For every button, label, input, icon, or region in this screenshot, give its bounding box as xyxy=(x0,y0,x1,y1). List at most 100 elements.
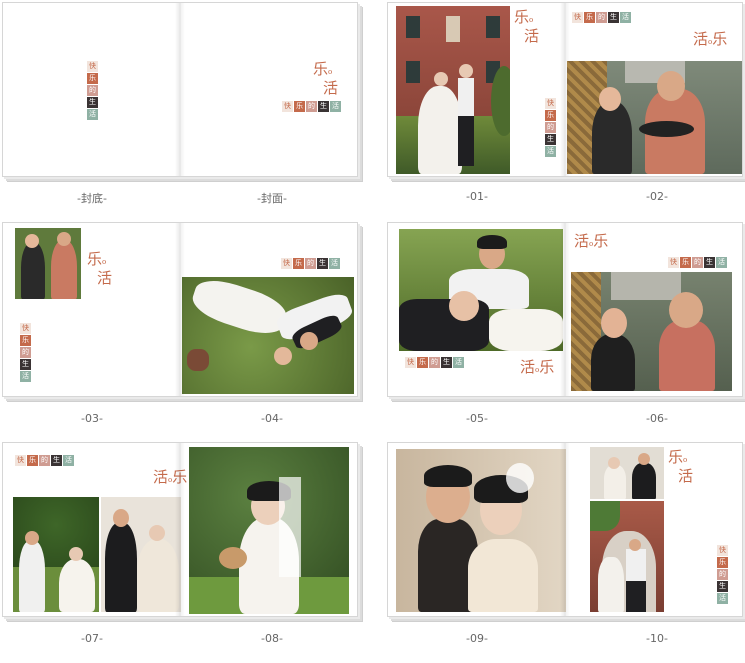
couple-photo-small[interactable] xyxy=(590,447,664,499)
page-title: 活o乐 xyxy=(574,232,609,250)
page-title: 乐o 活 xyxy=(514,8,540,45)
album-spread: 乐o 活 快 乐 的 生 活 快 乐 的 生 活 活o乐 xyxy=(387,2,743,177)
chip: 的 xyxy=(306,101,317,112)
book-gutter xyxy=(175,443,185,616)
color-chip-row: 快 乐 的 生 活 xyxy=(572,12,632,23)
page-caption: -05- xyxy=(466,412,488,425)
brick-doorway-photo[interactable] xyxy=(590,501,664,612)
chip: 活 xyxy=(20,371,31,382)
chip: 生 xyxy=(51,455,62,466)
book-gutter xyxy=(560,443,570,616)
title-char: 乐 xyxy=(539,358,555,376)
chip: 活 xyxy=(87,109,98,120)
chip: 的 xyxy=(717,569,728,580)
chip: 生 xyxy=(318,101,329,112)
title-char: 活 xyxy=(323,79,339,97)
chip: 乐 xyxy=(584,12,595,23)
chip: 乐 xyxy=(20,335,31,346)
couple-grass-photo[interactable] xyxy=(399,229,563,351)
chip: 的 xyxy=(87,85,98,96)
color-chip-column: 快 乐 的 生 活 xyxy=(545,98,556,158)
title-char: 活 xyxy=(520,358,536,376)
chip: 活 xyxy=(453,357,464,368)
spread-01-02[interactable]: 乐o 活 快 乐 的 生 活 快 乐 的 生 活 活o乐 xyxy=(387,2,745,180)
title-char: 乐 xyxy=(514,8,530,26)
page-caption: -封底- xyxy=(77,192,107,205)
color-chip-row: 快 乐 的 生 活 xyxy=(405,357,465,368)
chip: 乐 xyxy=(717,557,728,568)
chip: 活 xyxy=(545,146,556,157)
chip: 快 xyxy=(545,98,556,109)
page-caption: -06- xyxy=(646,412,668,425)
chip: 的 xyxy=(545,122,556,133)
chip: 的 xyxy=(596,12,607,23)
album-spread: 乐o 活 快 乐 的 生 活 快 乐 的 生 活 xyxy=(2,222,358,397)
chip: 生 xyxy=(608,12,619,23)
chip: 活 xyxy=(329,258,340,269)
studio-portrait-photo[interactable] xyxy=(396,449,566,612)
spread-cover[interactable]: 快 乐 的 生 活 乐o 活 快 乐 的 生 活 xyxy=(2,2,360,180)
color-chip-column: 快 乐 的 生 活 xyxy=(87,61,98,121)
formal-photo[interactable] xyxy=(101,497,181,612)
kitchen-photo[interactable] xyxy=(571,272,732,391)
book-gutter xyxy=(560,223,570,396)
chip: 快 xyxy=(282,101,293,112)
page-caption: -封面- xyxy=(257,192,287,205)
chip: 的 xyxy=(39,455,50,466)
color-chip-row: 快 乐 的 生 活 xyxy=(282,101,342,112)
spread-07-08[interactable]: 快 乐 的 生 活 活o乐 xyxy=(2,442,360,620)
garden-photo[interactable] xyxy=(13,497,99,612)
color-chip-row: 快 乐 的 生 活 xyxy=(281,258,341,269)
chip: 快 xyxy=(668,257,679,268)
title-char: 乐 xyxy=(87,250,103,268)
chip: 乐 xyxy=(417,357,428,368)
page-title: 活o乐 xyxy=(693,30,728,48)
title-char: 活 xyxy=(97,269,113,287)
kitchen-photo[interactable] xyxy=(567,61,742,174)
wedding-photo[interactable] xyxy=(396,6,510,174)
spread-09-10[interactable]: 乐o 活 快 乐 的 生 活 xyxy=(387,442,745,620)
page-title: 乐o 活 xyxy=(87,250,113,287)
title-char: 活 xyxy=(153,468,169,486)
title-char: 乐 xyxy=(313,60,329,78)
chip: 快 xyxy=(87,61,98,72)
chip: 生 xyxy=(717,581,728,592)
chip: 生 xyxy=(317,258,328,269)
chip: 快 xyxy=(717,545,728,556)
chip: 乐 xyxy=(27,455,38,466)
front-cover-page: 乐o 活 快 乐 的 生 活 xyxy=(180,3,357,176)
page-caption: -03- xyxy=(81,412,103,425)
chip: 活 xyxy=(620,12,631,23)
album-spread: 快 乐 的 生 活 活o乐 xyxy=(2,442,358,617)
color-chip-row: 快 乐 的 生 活 xyxy=(15,455,75,466)
chip: 快 xyxy=(15,455,26,466)
chip: 快 xyxy=(20,323,31,334)
title-char: 活 xyxy=(574,232,590,250)
spread-05-06[interactable]: 快 乐 的 生 活 活o乐 活o乐 快 乐 的 生 活 xyxy=(387,222,745,400)
lying-grass-photo[interactable] xyxy=(182,277,354,394)
title-char: 乐 xyxy=(712,30,728,48)
title-char: 活 xyxy=(693,30,709,48)
chip: 乐 xyxy=(87,73,98,84)
page-title: 乐o 活 xyxy=(668,448,694,485)
title-char: 乐 xyxy=(668,448,684,466)
chip: 的 xyxy=(20,347,31,358)
back-cover-page: 快 乐 的 生 活 xyxy=(3,3,180,176)
bride-portrait-photo[interactable] xyxy=(189,447,349,614)
chip: 快 xyxy=(281,258,292,269)
album-spread: 快 乐 的 生 活 活o乐 活o乐 快 乐 的 生 活 xyxy=(387,222,743,397)
chip: 乐 xyxy=(545,110,556,121)
page-caption: -09- xyxy=(466,632,488,645)
spread-03-04[interactable]: 乐o 活 快 乐 的 生 活 快 乐 的 生 活 xyxy=(2,222,360,400)
color-chip-column: 快 乐 的 生 活 xyxy=(717,545,728,605)
page-caption: -04- xyxy=(261,412,283,425)
album-title: 乐o 活 xyxy=(313,60,339,97)
couple-photo-small[interactable] xyxy=(15,228,81,299)
title-char: 活 xyxy=(678,467,694,485)
page-caption: -02- xyxy=(646,190,668,203)
color-chip-row: 快 乐 的 生 活 xyxy=(668,257,728,268)
chip: 活 xyxy=(716,257,727,268)
chip: 活 xyxy=(330,101,341,112)
book-gutter xyxy=(560,3,570,176)
album-spread: 乐o 活 快 乐 的 生 活 xyxy=(387,442,743,617)
